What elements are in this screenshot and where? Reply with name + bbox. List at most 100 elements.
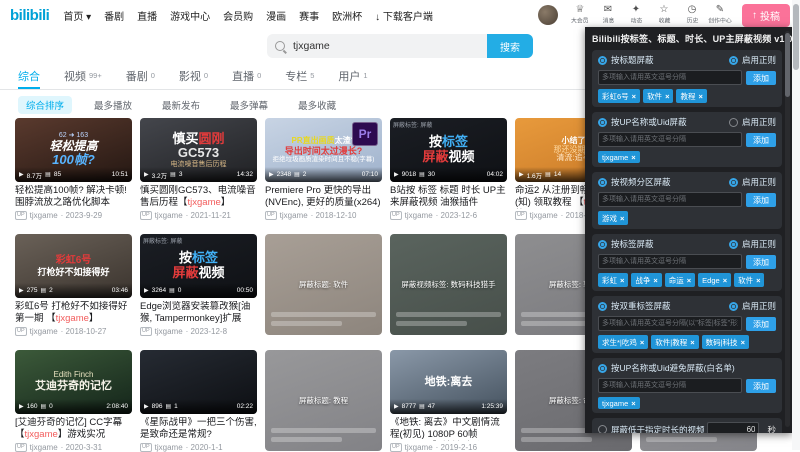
video-title[interactable]: B站按 标签 标题 时长 UP主来屏蔽视频 油猴插件【tjxgame】 [390,185,507,209]
section-enable-radio[interactable] [598,363,607,373]
uploader-name[interactable]: tjxgame [405,443,433,452]
video-thumbnail[interactable]: Edith Finch 艾迪芬奇的记忆 ▶ 160 ▤ 0 2:08:40 [15,350,132,414]
uploader-name[interactable]: tjxgame [30,211,58,220]
keyword-tag[interactable]: Edge × [698,273,732,287]
keyword-input[interactable] [598,254,742,269]
add-keyword-button[interactable]: 添加 [746,254,776,269]
user-avatar[interactable] [538,5,558,25]
video-title[interactable]: 轻松提高100帧? 解决卡顿! 围脖流放之路优化脚本【tjxgame】 [15,185,132,209]
video-meta[interactable]: UP tjxgame · 2020-3-31 [15,443,132,452]
video-meta[interactable]: UP tjxgame · 2018-10-27 [15,327,132,336]
nav-right-动态[interactable]: ✦ 动态 [623,5,649,25]
nav-right-创作中心[interactable]: ✎ 创作中心 [707,5,733,25]
video-title[interactable]: [艾迪芬奇的记忆] CC字幕 【tjxgame】游戏实况 [15,417,132,441]
keyword-tag[interactable]: 软件 × [734,273,765,287]
section-enable-radio[interactable] [598,55,607,65]
section-enable-radio[interactable] [598,239,607,249]
uploader-name[interactable]: tjxgame [155,211,183,220]
add-keyword-button[interactable]: 添加 [746,192,776,207]
video-thumbnail[interactable]: 慎买圆刚 GC573 电流噪音售后历程 ▶ 3.2万 ▤ 3 14:32 [140,118,257,182]
keyword-tag[interactable]: 软件|教程 × [651,335,699,349]
regex-enable-radio[interactable] [728,177,738,187]
page-scrollbar-thumb[interactable] [793,4,799,70]
video-meta[interactable]: UP tjxgame · 2023-12-8 [140,327,257,336]
tab-视频[interactable]: 视频 99+ [64,62,102,89]
nav-item-5[interactable]: 漫画 [266,8,286,23]
regex-enable-radio[interactable] [728,301,738,311]
keyword-tag[interactable]: 数码|科技 × [701,335,749,349]
tab-番剧[interactable]: 番剧 0 [126,62,155,89]
remove-tag-icon[interactable]: × [631,399,635,408]
remove-tag-icon[interactable]: × [665,92,669,101]
tab-专栏[interactable]: 专栏 5 [285,62,314,89]
regex-enable-radio[interactable] [728,117,738,127]
nav-right-历史[interactable]: ◷ 历史 [679,5,705,25]
uploader-name[interactable]: tjxgame [155,443,183,452]
remove-tag-icon[interactable]: × [653,276,657,285]
nav-item-8[interactable]: ↓ 下载客户端 [375,8,433,23]
nav-right-消息[interactable]: ✉ 消息 [595,5,621,25]
video-title[interactable]: Edge浏览器安装篡改猴[油猴, Tampermonkey]扩展 【tjxgam… [140,301,257,325]
bilibili-logo[interactable]: bilibili [10,7,50,24]
remove-tag-icon[interactable]: × [620,276,624,285]
keyword-tag[interactable]: 游戏 × [598,211,629,225]
remove-tag-icon[interactable]: × [632,92,636,101]
video-thumbnail[interactable]: ▶ 896 ▤ 1 02:22 [140,350,257,414]
page-scrollbar-track[interactable] [792,0,800,450]
video-meta[interactable]: UP tjxgame · 2023-12-6 [390,211,507,220]
threshold-input[interactable] [707,422,760,433]
uploader-name[interactable]: tjxgame [405,211,433,220]
video-title[interactable]: 慎买圆刚GC573、电流噪音售后历程【tjxgame】 [140,185,257,209]
nav-item-6[interactable]: 赛事 [299,8,319,23]
video-meta[interactable]: UP tjxgame · 2020-1-1 [140,443,257,452]
section-enable-radio[interactable] [598,425,607,433]
video-meta[interactable]: UP tjxgame · 2018-12-10 [265,211,382,220]
tab-直播[interactable]: 直播 0 [232,62,261,89]
tab-综合[interactable]: 综合 [18,62,40,89]
upload-button[interactable]: ↑ 投稿 [742,3,790,27]
nav-item-0[interactable]: 首页 ▾ [63,8,91,23]
video-thumbnail[interactable]: 屏蔽标签: 屏蔽 按标签 屏蔽视频 ▶ 3264 ▤ 0 00:50 [140,234,257,298]
section-enable-radio[interactable] [598,301,607,311]
regex-enable-radio[interactable] [728,239,738,249]
search-input[interactable] [291,39,487,53]
plugin-scrollbar-thumb[interactable] [785,33,790,97]
keyword-tag[interactable]: 命运 × [664,273,696,287]
uploader-name[interactable]: tjxgame [30,327,58,336]
uploader-name[interactable]: tjxgame [155,327,183,336]
uploader-name[interactable]: tjxgame [530,211,558,220]
nav-item-1[interactable]: 番剧 [104,8,124,23]
video-meta[interactable]: UP tjxgame · 2021-11-21 [140,211,257,220]
remove-tag-icon[interactable]: × [620,214,624,223]
remove-tag-icon[interactable]: × [723,276,727,285]
keyword-input[interactable] [598,70,742,85]
add-keyword-button[interactable]: 添加 [746,316,776,331]
section-enable-radio[interactable] [598,177,607,187]
section-enable-radio[interactable] [598,117,607,127]
search-button[interactable]: 搜索 [487,34,533,58]
video-title[interactable]: 《星际战甲》一把三个伤害, 是致命还是常规? 【tjxgame】 [140,417,257,441]
keyword-tag[interactable]: tjxgame × [598,397,640,409]
keyword-tag[interactable]: 求生*|吃鸡 × [598,335,649,349]
keyword-tag[interactable]: 软件 × [643,89,674,103]
keyword-input[interactable] [598,192,742,207]
video-thumbnail[interactable]: 彩虹6号 打枪好不如接得好 ▶ 275 ▤ 2 03:46 [15,234,132,298]
keyword-tag[interactable]: tjxgame × [598,151,640,163]
video-thumbnail[interactable]: Pr PR直出画质太渣? 导出时间太过漫长? 拒绝垃圾画质渲染时间且不稳(字幕) ▶ 23… [265,118,382,182]
video-title[interactable]: 彩虹6号 打枪好不如接得好 第一期 【tjxgame】 [15,301,132,325]
sort-最多播放[interactable]: 最多播放 [86,96,140,114]
keyword-tag[interactable]: 彩虹 × [598,273,629,287]
nav-right-大会员[interactable]: ♕ 大会员 [567,5,593,25]
keyword-tag[interactable]: 彩虹6号 × [598,89,641,103]
nav-right-收藏[interactable]: ☆ 收藏 [651,5,677,25]
sort-最多弹幕[interactable]: 最多弹幕 [222,96,276,114]
remove-tag-icon[interactable]: × [741,338,745,347]
video-thumbnail[interactable]: 地铁:离去 ▶ 8777 ▤ 47 1:25:39 [390,350,507,414]
remove-tag-icon[interactable]: × [631,153,635,162]
tab-影视[interactable]: 影视 0 [179,62,208,89]
sort-最新发布[interactable]: 最新发布 [154,96,208,114]
video-title[interactable]: Premiere Pro 更快的导出(NVEnc), 更好的质量(x264) V… [265,185,382,209]
nav-item-2[interactable]: 直播 [137,8,157,23]
add-keyword-button[interactable]: 添加 [746,132,776,147]
keyword-input[interactable] [598,132,742,147]
